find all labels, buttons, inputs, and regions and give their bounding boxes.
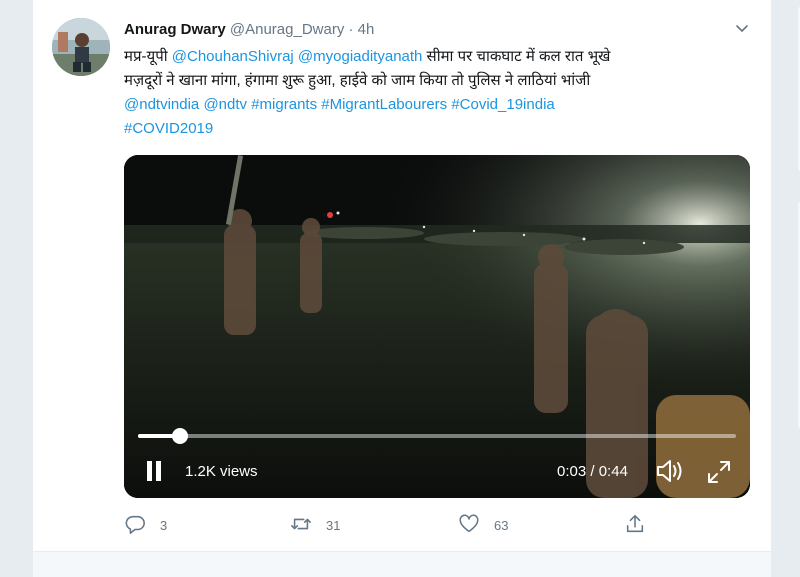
tweet-time[interactable]: 4h — [358, 21, 375, 38]
fullscreen-icon[interactable] — [706, 459, 732, 485]
retweet-count: 31 — [326, 517, 341, 533]
mention-link[interactable]: @ndtvindia — [124, 96, 199, 113]
tweet-text-line: मज़दूरों ने खाना मांगा, हंगामा शुरू हुआ,… — [124, 72, 591, 89]
chevron-down-icon[interactable] — [734, 20, 750, 36]
video-scrubber-handle[interactable] — [171, 428, 188, 444]
hashtag-link[interactable]: #Covid_19india — [451, 96, 554, 113]
video-player[interactable]: 1.2K views 0:03 / 0:44 — [124, 155, 750, 498]
tweet-text: मप्र-यूपी @ChouhanShivraj @myogiadityana… — [124, 45, 754, 141]
tweet-text-line: #COVID2019 — [124, 117, 754, 141]
reply-count: 3 — [160, 517, 168, 533]
like-button[interactable]: 63 — [458, 512, 508, 538]
separator-dot: · — [348, 21, 354, 38]
like-icon — [458, 513, 480, 538]
view-count: 1.2K views — [185, 463, 258, 480]
user-handle[interactable]: @Anurag_Dwary — [230, 21, 344, 38]
share-icon — [624, 513, 646, 538]
hashtag-link[interactable]: #COVID2019 — [124, 120, 213, 137]
tweet-header: Anurag Dwary @Anurag_Dwary · 4h — [124, 20, 374, 40]
share-button[interactable] — [624, 512, 646, 538]
pause-icon[interactable] — [145, 460, 163, 482]
reply-button[interactable]: 3 — [124, 512, 167, 538]
display-name[interactable]: Anurag Dwary — [124, 21, 226, 38]
like-count: 63 — [494, 517, 509, 533]
right-gutter — [772, 0, 800, 577]
video-time-readout: 0:03 / 0:44 — [557, 462, 628, 482]
mention-link[interactable]: @ChouhanShivraj — [172, 48, 294, 65]
video-duration: 0:44 — [598, 463, 628, 480]
reply-icon — [124, 513, 146, 538]
tweet-text-segment: सीमा पर चाकघाट में कल रात भूखे — [422, 48, 611, 65]
avatar[interactable] — [52, 18, 110, 76]
next-tweet-divider — [32, 552, 772, 577]
mention-link[interactable]: @myogiadityanath — [298, 48, 422, 65]
hashtag-link[interactable]: #migrants — [251, 96, 317, 113]
hashtag-link[interactable]: #MigrantLabourers — [321, 96, 447, 113]
tweet-text-segment: मप्र-यूपी — [124, 48, 172, 65]
volume-icon[interactable] — [655, 458, 685, 484]
video-progress-bar[interactable] — [138, 428, 736, 444]
tweet-text-line: मप्र-यूपी @ChouhanShivraj @myogiadityana… — [124, 45, 754, 69]
left-gutter — [0, 0, 32, 577]
tweet-actions: 3 31 63 — [124, 512, 684, 540]
retweet-button[interactable]: 31 — [290, 512, 340, 538]
mention-link[interactable]: @ndtv — [203, 96, 247, 113]
tweet-text-line: @ndtvindia @ndtv #migrants #MigrantLabou… — [124, 93, 754, 117]
video-time-separator: / — [586, 463, 599, 480]
video-frame — [124, 155, 750, 498]
retweet-icon — [290, 513, 312, 538]
video-current-time: 0:03 — [557, 463, 587, 480]
